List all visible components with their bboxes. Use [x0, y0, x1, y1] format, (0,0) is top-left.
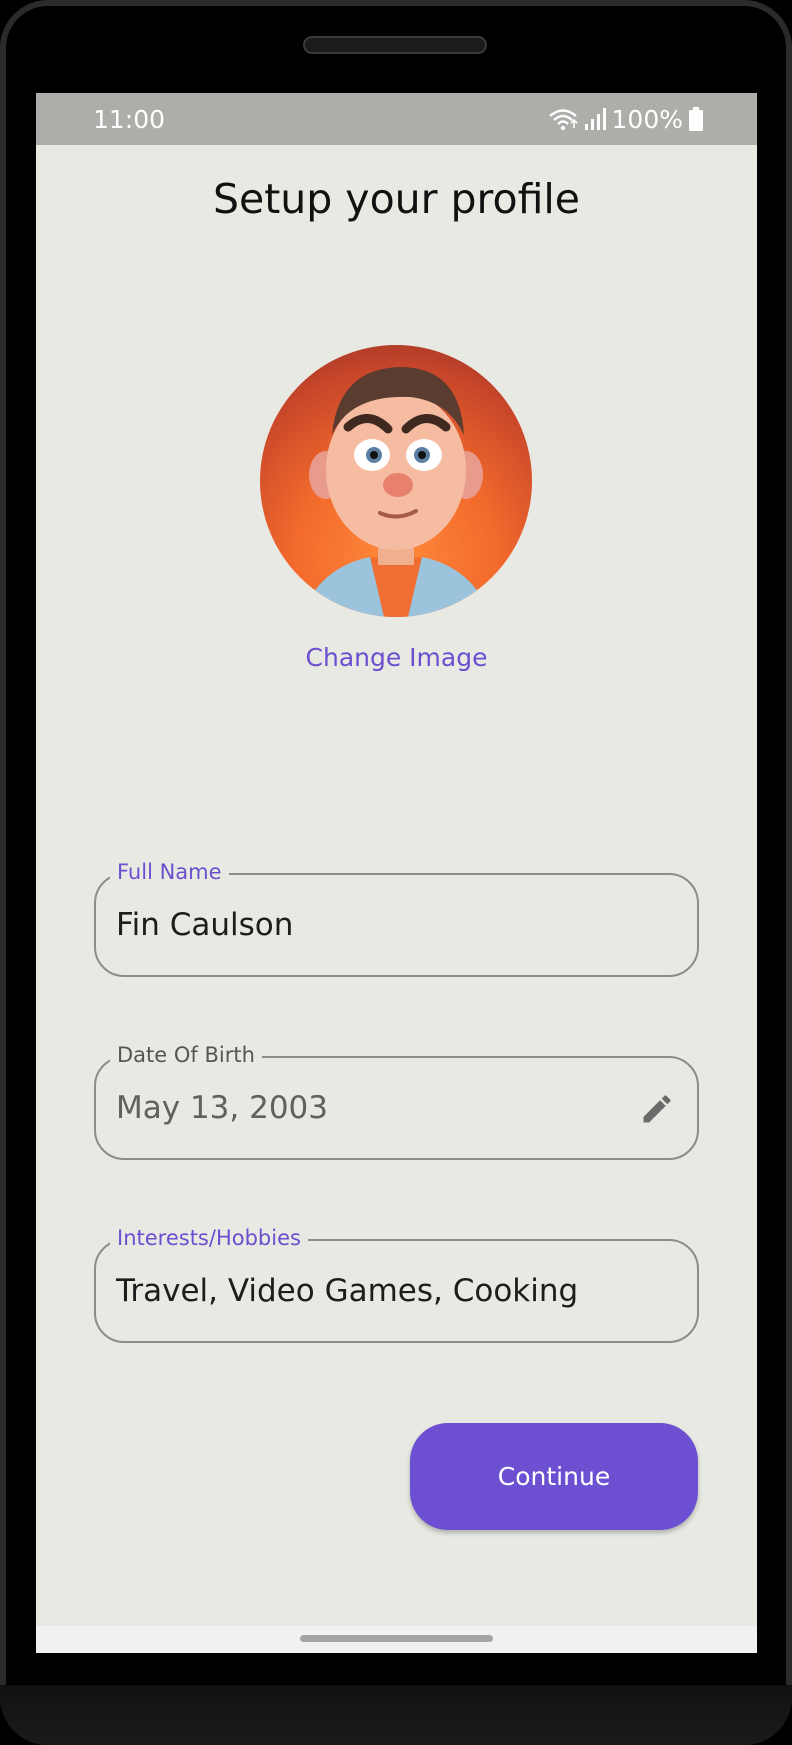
continue-button[interactable]: Continue	[410, 1423, 698, 1530]
date-of-birth-field[interactable]: Date Of Birth May 13, 2003	[94, 1041, 699, 1160]
interests-field[interactable]: Interests/Hobbies Travel, Video Games, C…	[94, 1224, 699, 1343]
full-name-value[interactable]: Fin Caulson	[116, 907, 293, 943]
signal-icon	[584, 107, 606, 131]
status-time: 11:00	[93, 105, 166, 134]
change-image-link[interactable]: Change Image	[36, 643, 757, 672]
battery-icon	[689, 107, 703, 131]
date-of-birth-value[interactable]: May 13, 2003	[116, 1090, 328, 1126]
status-bar: 11:00 100%	[36, 93, 757, 145]
phone-speaker	[303, 36, 487, 54]
full-name-field[interactable]: Full Name Fin Caulson	[94, 858, 699, 977]
pencil-edit-icon[interactable]	[639, 1091, 675, 1127]
date-of-birth-label: Date Of Birth	[110, 1041, 262, 1069]
page-title: Setup your profile	[212, 175, 581, 223]
full-name-label: Full Name	[110, 858, 229, 886]
phone-frame: 11:00 100% Setup your profile Change Ima…	[0, 0, 792, 1745]
battery-level: 100%	[611, 104, 683, 134]
profile-avatar[interactable]	[260, 345, 532, 617]
interests-value[interactable]: Travel, Video Games, Cooking	[116, 1273, 578, 1309]
status-icons: 100%	[548, 103, 703, 135]
wifi-icon	[548, 107, 578, 131]
interests-label: Interests/Hobbies	[110, 1224, 308, 1252]
phone-chin	[0, 1685, 792, 1745]
app-screen: 11:00 100% Setup your profile Change Ima…	[36, 93, 757, 1653]
home-indicator[interactable]	[300, 1635, 493, 1642]
